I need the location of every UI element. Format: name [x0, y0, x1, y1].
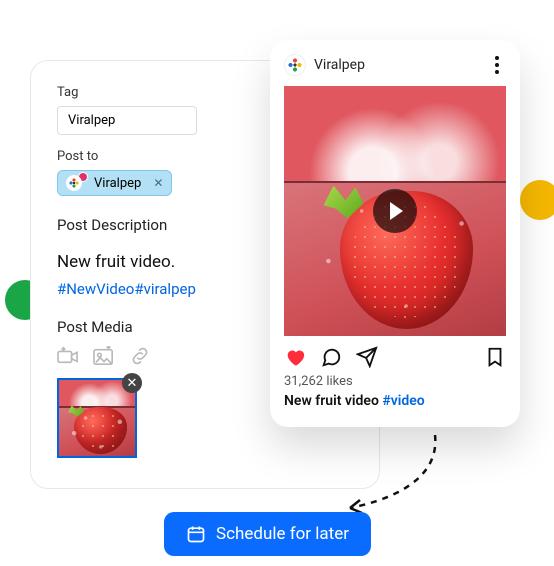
schedule-button[interactable]: Schedule for later [164, 512, 371, 556]
remove-media-icon[interactable]: ✕ [122, 373, 142, 393]
more-options-icon[interactable] [488, 56, 506, 74]
viralpep-logo-icon [284, 54, 306, 76]
preview-action-bar [284, 346, 506, 368]
tag-input[interactable]: Viralpep [57, 106, 197, 135]
post-to-account-chip[interactable]: Viralpep ✕ [57, 170, 172, 196]
preview-likes: 31,262 likes [284, 374, 506, 389]
preview-caption-hashtag: #video [382, 393, 424, 409]
share-icon[interactable] [356, 346, 378, 368]
viralpep-logo-icon [66, 175, 82, 191]
post-preview-card: Viralpep 31,262 likes New fruit video #v… [270, 40, 520, 427]
like-icon[interactable] [284, 346, 306, 368]
bookmark-icon[interactable] [484, 346, 506, 368]
video-upload-icon[interactable] [57, 346, 79, 366]
link-icon[interactable] [129, 346, 151, 366]
image-upload-icon[interactable] [93, 346, 115, 366]
remove-account-icon[interactable]: ✕ [153, 176, 163, 190]
preview-caption-text: New fruit video [284, 393, 382, 409]
post-to-account-name: Viralpep [94, 176, 141, 191]
preview-media[interactable] [284, 86, 506, 336]
calendar-icon [186, 524, 206, 544]
media-thumbnail-image [59, 380, 135, 456]
media-thumbnail[interactable]: ✕ [57, 378, 137, 458]
schedule-button-label: Schedule for later [216, 524, 349, 544]
decor-yellow-circle [520, 180, 554, 220]
preview-account-name: Viralpep [314, 57, 480, 73]
play-icon[interactable] [373, 189, 417, 233]
comment-icon[interactable] [320, 346, 342, 368]
preview-caption: New fruit video #video [284, 393, 506, 409]
